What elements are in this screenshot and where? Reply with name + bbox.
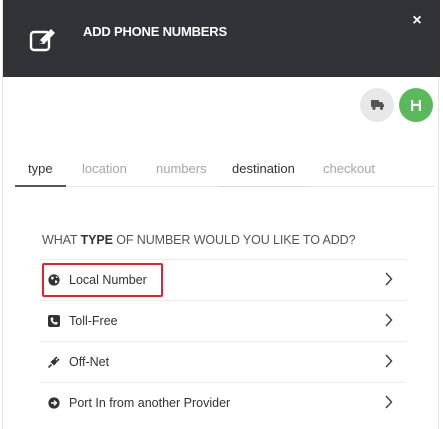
phone-icon xyxy=(48,315,60,327)
tab-type[interactable]: type xyxy=(15,153,66,187)
arrow-circle-icon xyxy=(48,397,60,409)
edit-icon xyxy=(29,29,55,52)
globe-icon xyxy=(48,274,60,286)
tab-numbers[interactable]: numbers xyxy=(156,153,207,186)
number-type-list: Local Number Toll-Free Off-Net Port In f… xyxy=(40,259,406,423)
plug-icon xyxy=(48,356,60,368)
question-suffix: OF NUMBER WOULD YOU LIKE TO ADD? xyxy=(112,233,356,247)
option-local-number[interactable]: Local Number xyxy=(40,259,406,300)
chevron-right-icon xyxy=(385,354,393,368)
option-label: Port In from another Provider xyxy=(69,396,231,410)
chevron-right-icon xyxy=(385,272,393,286)
save-button[interactable] xyxy=(399,88,433,122)
option-label: Off-Net xyxy=(69,355,110,369)
option-label: Toll-Free xyxy=(69,314,118,328)
chevron-right-icon xyxy=(385,313,393,327)
question-prefix: WHAT xyxy=(42,233,81,247)
option-toll-free[interactable]: Toll-Free xyxy=(40,300,406,341)
chevron-right-icon xyxy=(385,395,393,409)
truck-icon xyxy=(370,100,384,110)
wizard-tabs: type location numbers destination checko… xyxy=(15,153,435,187)
number-type-question: WHAT TYPE OF NUMBER WOULD YOU LIKE TO AD… xyxy=(42,233,356,247)
panel-title: ADD PHONE NUMBERS xyxy=(83,24,227,39)
panel-header: ADD PHONE NUMBERS × xyxy=(3,0,440,77)
tab-location[interactable]: location xyxy=(82,153,127,186)
truck-button[interactable] xyxy=(360,88,394,122)
save-icon xyxy=(411,99,421,111)
tab-destination[interactable]: destination xyxy=(218,153,309,187)
close-icon[interactable]: × xyxy=(410,13,424,29)
option-label: Local Number xyxy=(69,273,147,287)
add-phone-numbers-panel: ADD PHONE NUMBERS × type location number… xyxy=(2,0,440,429)
tab-checkout[interactable]: checkout xyxy=(323,153,375,186)
option-port-in[interactable]: Port In from another Provider xyxy=(40,382,406,423)
option-off-net[interactable]: Off-Net xyxy=(40,341,406,382)
question-emphasis: TYPE xyxy=(80,233,113,247)
